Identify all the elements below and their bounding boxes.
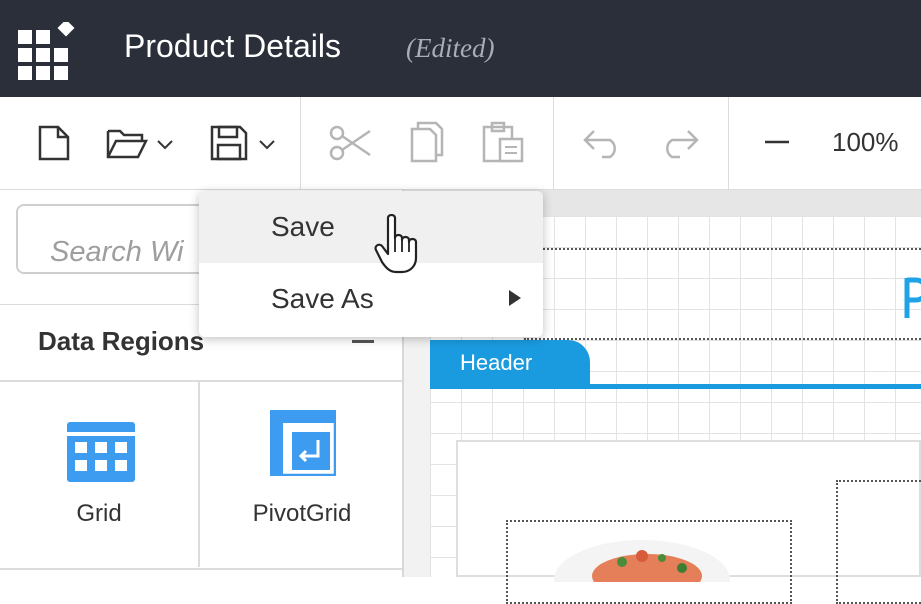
undo-icon[interactable] (582, 127, 624, 159)
menu-item-label: Save (271, 211, 335, 242)
toolbar-separator (728, 97, 729, 189)
grid-icon (67, 422, 135, 482)
report-body[interactable] (456, 440, 921, 604)
pivotgrid-icon (270, 410, 336, 476)
edited-status: (Edited) (406, 33, 495, 63)
title-text-fragment (904, 277, 921, 318)
title-bar: Product Details (Edited) (0, 0, 921, 97)
header-band-line (430, 384, 921, 389)
collapse-icon[interactable] (352, 340, 374, 343)
header-tab-label: Header (460, 350, 533, 375)
save-icon[interactable] (210, 125, 248, 161)
cut-icon[interactable] (328, 125, 372, 161)
widget-grid[interactable]: Grid (0, 382, 200, 567)
copy-icon[interactable] (410, 121, 444, 163)
chevron-down-icon[interactable] (156, 139, 174, 151)
widget-pivotgrid[interactable]: PivotGrid (202, 382, 402, 567)
toolbar-separator (553, 97, 554, 189)
search-placeholder: Search Wi (50, 236, 184, 268)
dotted-guide (524, 248, 921, 250)
redo-icon[interactable] (658, 127, 700, 159)
open-folder-icon[interactable] (106, 127, 148, 159)
chevron-down-icon[interactable] (258, 139, 276, 151)
toolbar-separator (300, 97, 301, 189)
app-grid-icon[interactable] (18, 22, 78, 80)
paste-icon[interactable] (482, 121, 524, 163)
zoom-level[interactable]: 100% (832, 127, 899, 158)
header-band-tab[interactable]: Header (430, 340, 590, 388)
divider (0, 568, 402, 570)
hand-cursor-icon (374, 214, 418, 274)
save-dropdown-menu: Save Save As (199, 191, 543, 337)
menu-item-save-as[interactable]: Save As (199, 263, 543, 335)
submenu-arrow-icon (509, 290, 521, 306)
dotted-guide (524, 338, 921, 340)
widget-label: PivotGrid (252, 500, 352, 527)
toolbar: 100% (0, 97, 921, 190)
zoom-out-icon[interactable] (763, 137, 791, 147)
textbox-placeholder[interactable] (836, 480, 921, 604)
section-title: Data Regions (38, 326, 205, 356)
page-title: Product Details (124, 28, 341, 64)
menu-item-save[interactable]: Save (199, 191, 543, 263)
widget-label: Grid (76, 500, 122, 527)
menu-item-label: Save As (271, 283, 374, 314)
food-image (554, 540, 730, 582)
new-file-icon[interactable] (38, 125, 70, 161)
